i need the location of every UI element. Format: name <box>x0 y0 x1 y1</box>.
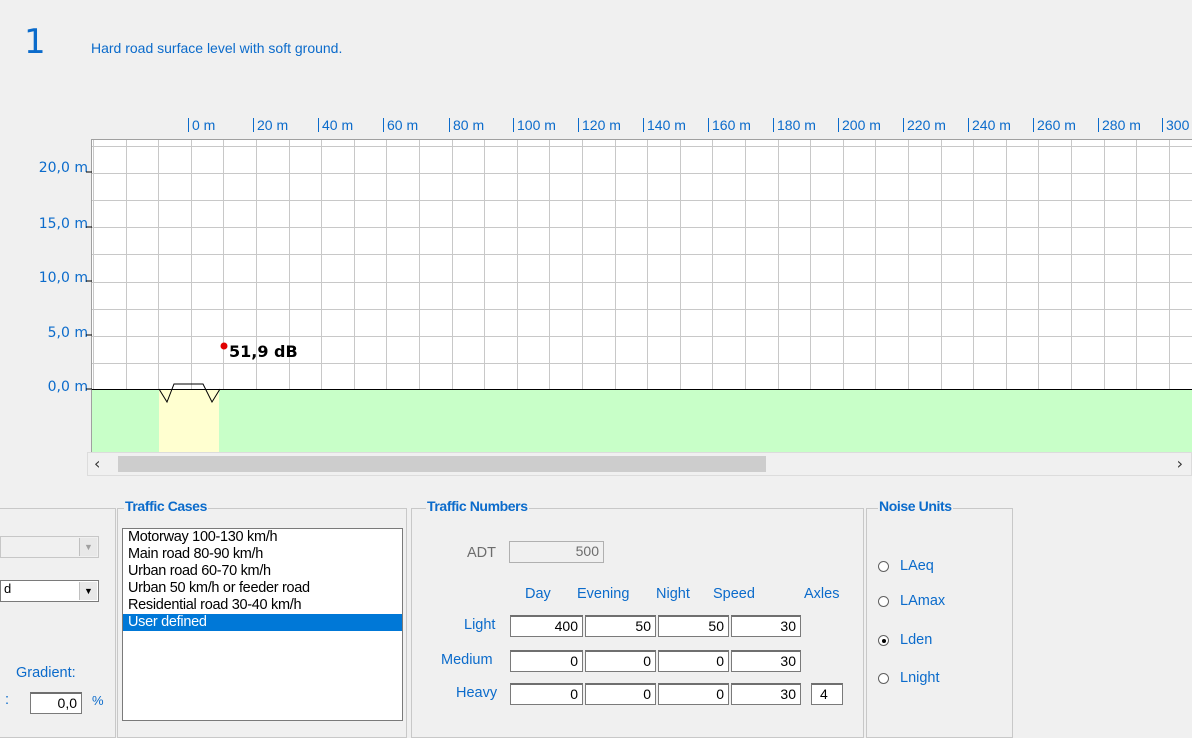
scrollbar-thumb[interactable] <box>118 456 766 472</box>
y-axis-label: 5,0 m <box>47 325 88 341</box>
ruler-label: 180 m <box>773 117 816 133</box>
road-type-combo[interactable]: ▼ <box>0 536 99 558</box>
light-night-input[interactable]: 50 <box>658 615 729 637</box>
radio-button-icon[interactable] <box>878 596 889 607</box>
ruler-label: 80 m <box>449 117 484 133</box>
gradient-label: Gradient: <box>16 665 76 681</box>
list-item[interactable]: Motorway 100-130 km/h <box>123 529 402 546</box>
chevron-down-icon[interactable]: ▼ <box>79 582 97 600</box>
ruler-label: 40 m <box>318 117 353 133</box>
ruler-label: 100 m <box>513 117 556 133</box>
list-item[interactable]: Residential road 30-40 km/h <box>123 597 402 614</box>
radio-label: LAmax <box>900 593 946 609</box>
traffic-numbers-title: Traffic Numbers <box>426 498 529 514</box>
ruler-label: 20 m <box>253 117 288 133</box>
light-speed-input[interactable]: 30 <box>731 615 801 637</box>
radio-lden[interactable]: Lden <box>878 632 998 650</box>
list-item[interactable]: Urban road 60-70 km/h <box>123 563 402 580</box>
radio-lnight[interactable]: Lnight <box>878 670 998 688</box>
list-item[interactable]: Urban 50 km/h or feeder road <box>123 580 402 597</box>
ruler-label: 140 m <box>643 117 686 133</box>
traffic-cases-title: Traffic Cases <box>124 498 208 514</box>
list-item[interactable]: Main road 80-90 km/h <box>123 546 402 563</box>
ground-area <box>92 389 1192 452</box>
medium-evening-input[interactable]: 0 <box>585 650 656 672</box>
cross-section-canvas <box>92 140 1192 452</box>
radio-label: Lden <box>900 632 933 648</box>
radio-lamax[interactable]: LAmax <box>878 593 998 611</box>
traffic-cases-list[interactable]: Motorway 100-130 km/h Main road 80-90 km… <box>122 528 403 721</box>
ruler-label: 160 m <box>708 117 751 133</box>
y-axis-label: 0,0 m <box>47 379 88 395</box>
radio-button-icon[interactable] <box>878 673 889 684</box>
medium-night-input[interactable]: 0 <box>658 650 729 672</box>
ruler-label: 60 m <box>383 117 418 133</box>
scroll-left-icon[interactable]: ‹ <box>94 454 100 473</box>
gradient-unit: % <box>92 693 104 708</box>
ruler-label: 220 m <box>903 117 946 133</box>
y-axis-label: 20,0 m <box>38 160 88 176</box>
radio-button-selected-icon[interactable] <box>878 635 889 646</box>
noise-units-title: Noise Units <box>878 498 953 514</box>
ruler-label: 280 m <box>1098 117 1141 133</box>
medium-speed-input[interactable]: 30 <box>731 650 801 672</box>
ruler-label: 0 m <box>188 117 215 133</box>
radio-label: LAeq <box>900 558 934 574</box>
adt-label: ADT <box>467 545 496 561</box>
noise-units-group: Noise Units <box>866 498 1013 738</box>
radio-laeq[interactable]: LAeq <box>878 558 998 576</box>
ruler-label: 240 m <box>968 117 1011 133</box>
gradient-input[interactable]: 0,0 <box>30 692 82 714</box>
case-number: 1 <box>24 22 46 62</box>
receiver-level-label: 51,9 dB <box>229 342 298 361</box>
light-day-input[interactable]: 400 <box>510 615 583 637</box>
row-label-heavy: Heavy <box>456 685 498 701</box>
cross-section-plot[interactable] <box>91 139 1192 452</box>
y-axis-ticks <box>86 171 92 390</box>
y-axis-label: 15,0 m <box>38 216 88 232</box>
heavy-day-input[interactable]: 0 <box>510 683 583 705</box>
receiver-point <box>220 342 228 350</box>
ruler-label: 300 <box>1162 117 1189 133</box>
light-evening-input[interactable]: 50 <box>585 615 656 637</box>
heavy-evening-input[interactable]: 0 <box>585 683 656 705</box>
col-day: Day <box>525 586 551 602</box>
list-item-selected[interactable]: User defined <box>123 614 402 631</box>
scroll-right-icon[interactable]: › <box>1177 454 1183 473</box>
gradient-prefix: : <box>5 692 10 708</box>
surface-combo[interactable]: d ▼ <box>0 580 99 602</box>
ruler-label: 120 m <box>578 117 621 133</box>
y-axis-label: 10,0 m <box>38 270 88 286</box>
row-label-light: Light <box>464 617 496 633</box>
heavy-axles-input[interactable]: 4 <box>811 683 843 705</box>
heavy-speed-input[interactable]: 30 <box>731 683 801 705</box>
adt-input: 500 <box>509 541 604 563</box>
medium-day-input[interactable]: 0 <box>510 650 583 672</box>
ruler-label: 260 m <box>1033 117 1076 133</box>
case-description: Hard road surface level with soft ground… <box>91 40 343 56</box>
col-night: Night <box>656 586 690 602</box>
col-axles: Axles <box>804 586 840 602</box>
surface-value: d <box>4 581 12 596</box>
radio-label: Lnight <box>900 670 940 686</box>
chevron-down-icon[interactable]: ▼ <box>79 538 97 556</box>
horizontal-scrollbar[interactable]: ‹ › <box>87 452 1192 476</box>
radio-button-icon[interactable] <box>878 561 889 572</box>
row-label-medium: Medium <box>441 652 493 668</box>
col-speed: Speed <box>713 586 755 602</box>
heavy-night-input[interactable]: 0 <box>658 683 729 705</box>
ruler-label: 200 m <box>838 117 881 133</box>
col-evening: Evening <box>577 586 630 602</box>
